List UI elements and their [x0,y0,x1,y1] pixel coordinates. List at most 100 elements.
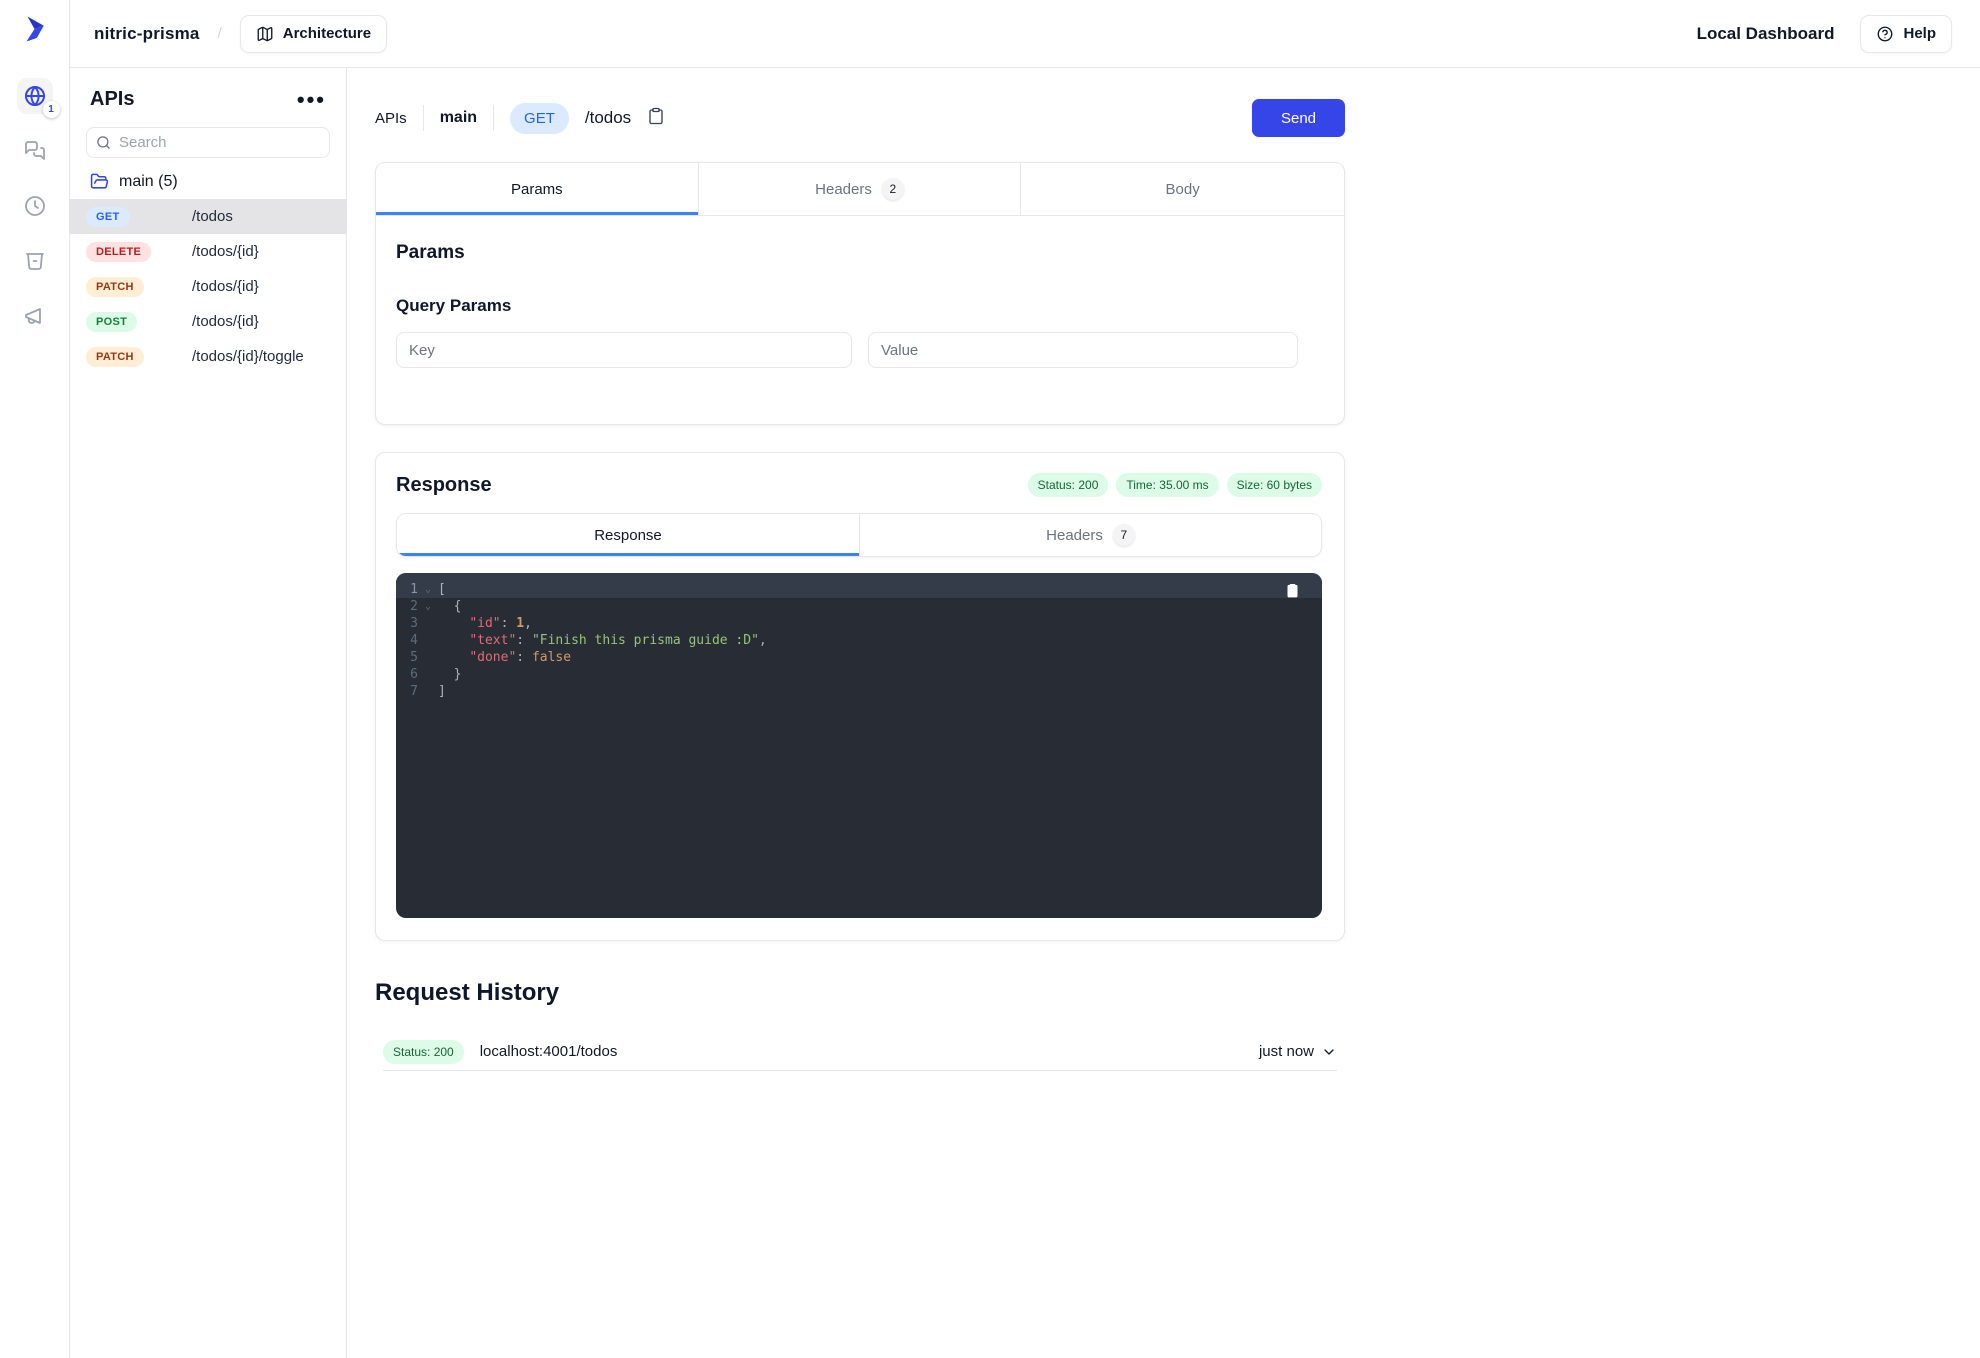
apis-count-badge: 1 [43,101,60,118]
token-punc: [ [438,582,446,597]
history-list: Status: 200localhost:4001/todosjust now [375,1033,1345,1071]
method-badge-box: DELETE [86,242,192,262]
line-number: 3 [396,615,418,632]
endpoint-path: /todos/{id} [192,278,259,295]
query-param-row [396,332,1324,368]
response-code-editor[interactable]: 1⌄[2⌄ {3 "id": 1,4 "text": "Finish this … [396,573,1322,918]
endpoint-list: GET/todosDELETE/todos/{id}PATCH/todos/{i… [70,199,346,374]
search-icon [96,135,111,150]
map-icon [256,25,274,43]
line-number: 1 [396,581,418,598]
param-value-input[interactable] [868,332,1298,368]
endpoint-row[interactable]: DELETE/todos/{id} [70,234,346,269]
tab-body-label: Body [1166,181,1200,198]
status-badge: Time: 35.00 ms [1116,473,1218,497]
code-line: 4 "text": "Finish this prisma guide :D", [396,632,1322,649]
response-tabs: Response Headers 7 [396,513,1322,557]
method-pill: GET [510,103,569,134]
history-time[interactable]: just now [1259,1043,1337,1060]
line-number: 2 [396,598,418,615]
endpoint-row[interactable]: PATCH/todos/{id}/toggle [70,339,346,374]
token-punc: : [516,650,532,665]
token-punc: { [454,599,462,614]
code-text: [ [438,581,446,598]
code-text: "id": 1, [438,615,532,632]
method-badge-box: POST [86,312,192,332]
rail-item-storage[interactable] [17,243,53,279]
method-badge: DELETE [86,242,151,262]
params-title: Params [396,242,1324,264]
endpoint-row[interactable]: PATCH/todos/{id} [70,269,346,304]
rail-item-schedules[interactable] [17,188,53,224]
endpoint-row[interactable]: GET/todos [70,199,346,234]
response-headers-count-badge: 7 [1113,524,1135,546]
top-bar-left: nitric-prisma / Architecture [94,15,387,53]
search-field [86,127,330,158]
tab-headers[interactable]: Headers 2 [699,163,1022,215]
request-bar: APIs main GET /todos Send [375,98,1345,138]
help-button[interactable]: Help [1860,15,1952,53]
line-number: 7 [396,683,418,700]
tab-params-label: Params [511,181,563,198]
copy-path-button[interactable] [647,107,665,130]
response-card: Response Status: 200Time: 35.00 msSize: … [375,452,1345,941]
sidebar-menu-button[interactable]: ••• [297,95,326,105]
breadcrumb-divider [423,105,424,131]
tab-params[interactable]: Params [376,163,699,215]
fold-spacer [418,632,438,649]
rail-item-topics[interactable] [17,298,53,334]
history-row[interactable]: Status: 200localhost:4001/todosjust now [383,1033,1337,1071]
icon-rail: 1 [0,0,70,1358]
token-key: "done" [469,650,516,665]
fold-spacer [418,615,438,632]
token-key: "text" [469,633,516,648]
rail-item-apis[interactable]: 1 [17,78,53,114]
tab-body[interactable]: Body [1021,163,1344,215]
method-badge-box: GET [86,207,192,227]
architecture-button[interactable]: Architecture [240,15,387,53]
fold-spacer [418,666,438,683]
tab-response[interactable]: Response [397,514,859,556]
param-key-input[interactable] [396,332,852,368]
token-punc: : [516,633,532,648]
top-bar: nitric-prisma / Architecture Local Dashb… [70,0,1980,68]
top-bar-right: Local Dashboard Help [1697,15,1952,53]
breadcrumb-divider [493,105,494,131]
rail-item-websockets[interactable] [17,133,53,169]
tab-response-label: Response [594,527,662,544]
token-punc: : [501,616,517,631]
request-path: /todos [585,108,631,128]
fold-chevron-icon[interactable]: ⌄ [418,581,438,598]
method-badge-box: PATCH [86,277,192,297]
help-label: Help [1903,25,1936,42]
endpoint-row[interactable]: POST/todos/{id} [70,304,346,339]
request-tabs: Params Headers 2 Body [376,163,1344,216]
tab-response-headers[interactable]: Headers 7 [859,514,1321,556]
question-circle-icon [1876,25,1894,43]
copy-response-button[interactable] [1285,583,1300,603]
code-text: { [438,598,461,615]
breadcrumb-api-name: main [440,109,477,127]
sidebar-header: APIs ••• [70,74,346,111]
token-key: "id" [469,616,500,631]
breadcrumb-apis: APIs [375,110,407,127]
send-button[interactable]: Send [1252,99,1345,137]
search-input[interactable] [86,127,330,158]
fold-chevron-icon[interactable]: ⌄ [418,598,438,615]
dashboard-title: Local Dashboard [1697,24,1835,44]
request-history: Request History Status: 200localhost:400… [375,979,1345,1071]
token-num: 1 [516,616,524,631]
api-group-main[interactable]: main (5) [70,158,346,199]
params-panel: Params Query Params [376,216,1344,424]
api-group-label: main (5) [119,173,178,191]
status-badge: Status: 200 [1028,473,1109,497]
bucket-icon [23,249,47,273]
endpoint-path: /todos/{id} [192,243,259,260]
folder-open-icon [90,172,109,191]
code-text: "text": "Finish this prisma guide :D", [438,632,767,649]
response-badges: Status: 200Time: 35.00 msSize: 60 bytes [1028,473,1322,497]
fold-spacer [418,649,438,666]
fold-spacer [418,683,438,700]
token-str: "Finish this prisma guide :D" [532,633,759,648]
method-badge: PATCH [86,347,144,367]
